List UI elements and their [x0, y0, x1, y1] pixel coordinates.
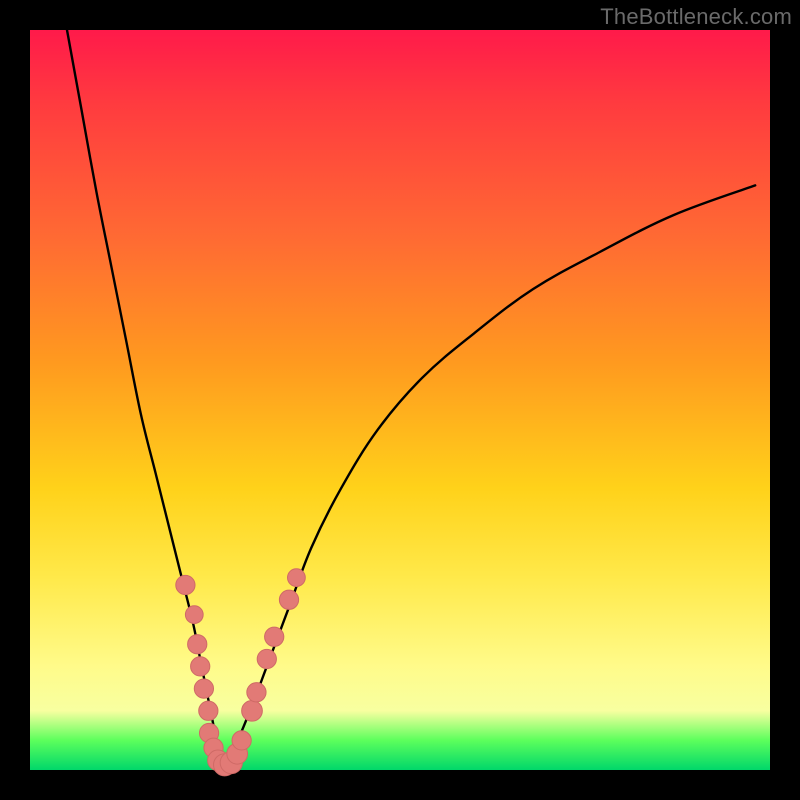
- data-marker: [242, 700, 263, 721]
- data-marker: [279, 590, 298, 609]
- curve-right-branch: [222, 185, 755, 770]
- chart-frame: TheBottleneck.com: [0, 0, 800, 800]
- plot-area: [30, 30, 770, 770]
- curve-layer: [67, 30, 755, 770]
- data-marker: [194, 679, 213, 698]
- data-marker: [199, 701, 218, 720]
- watermark-text: TheBottleneck.com: [600, 4, 792, 30]
- chart-svg: [30, 30, 770, 770]
- data-marker: [176, 575, 195, 594]
- data-marker: [257, 649, 276, 668]
- marker-layer: [176, 569, 306, 776]
- data-marker: [265, 627, 284, 646]
- data-marker: [191, 657, 210, 676]
- data-marker: [188, 635, 207, 654]
- data-marker: [232, 731, 251, 750]
- data-marker: [185, 606, 203, 624]
- data-marker: [247, 683, 266, 702]
- data-marker: [288, 569, 306, 587]
